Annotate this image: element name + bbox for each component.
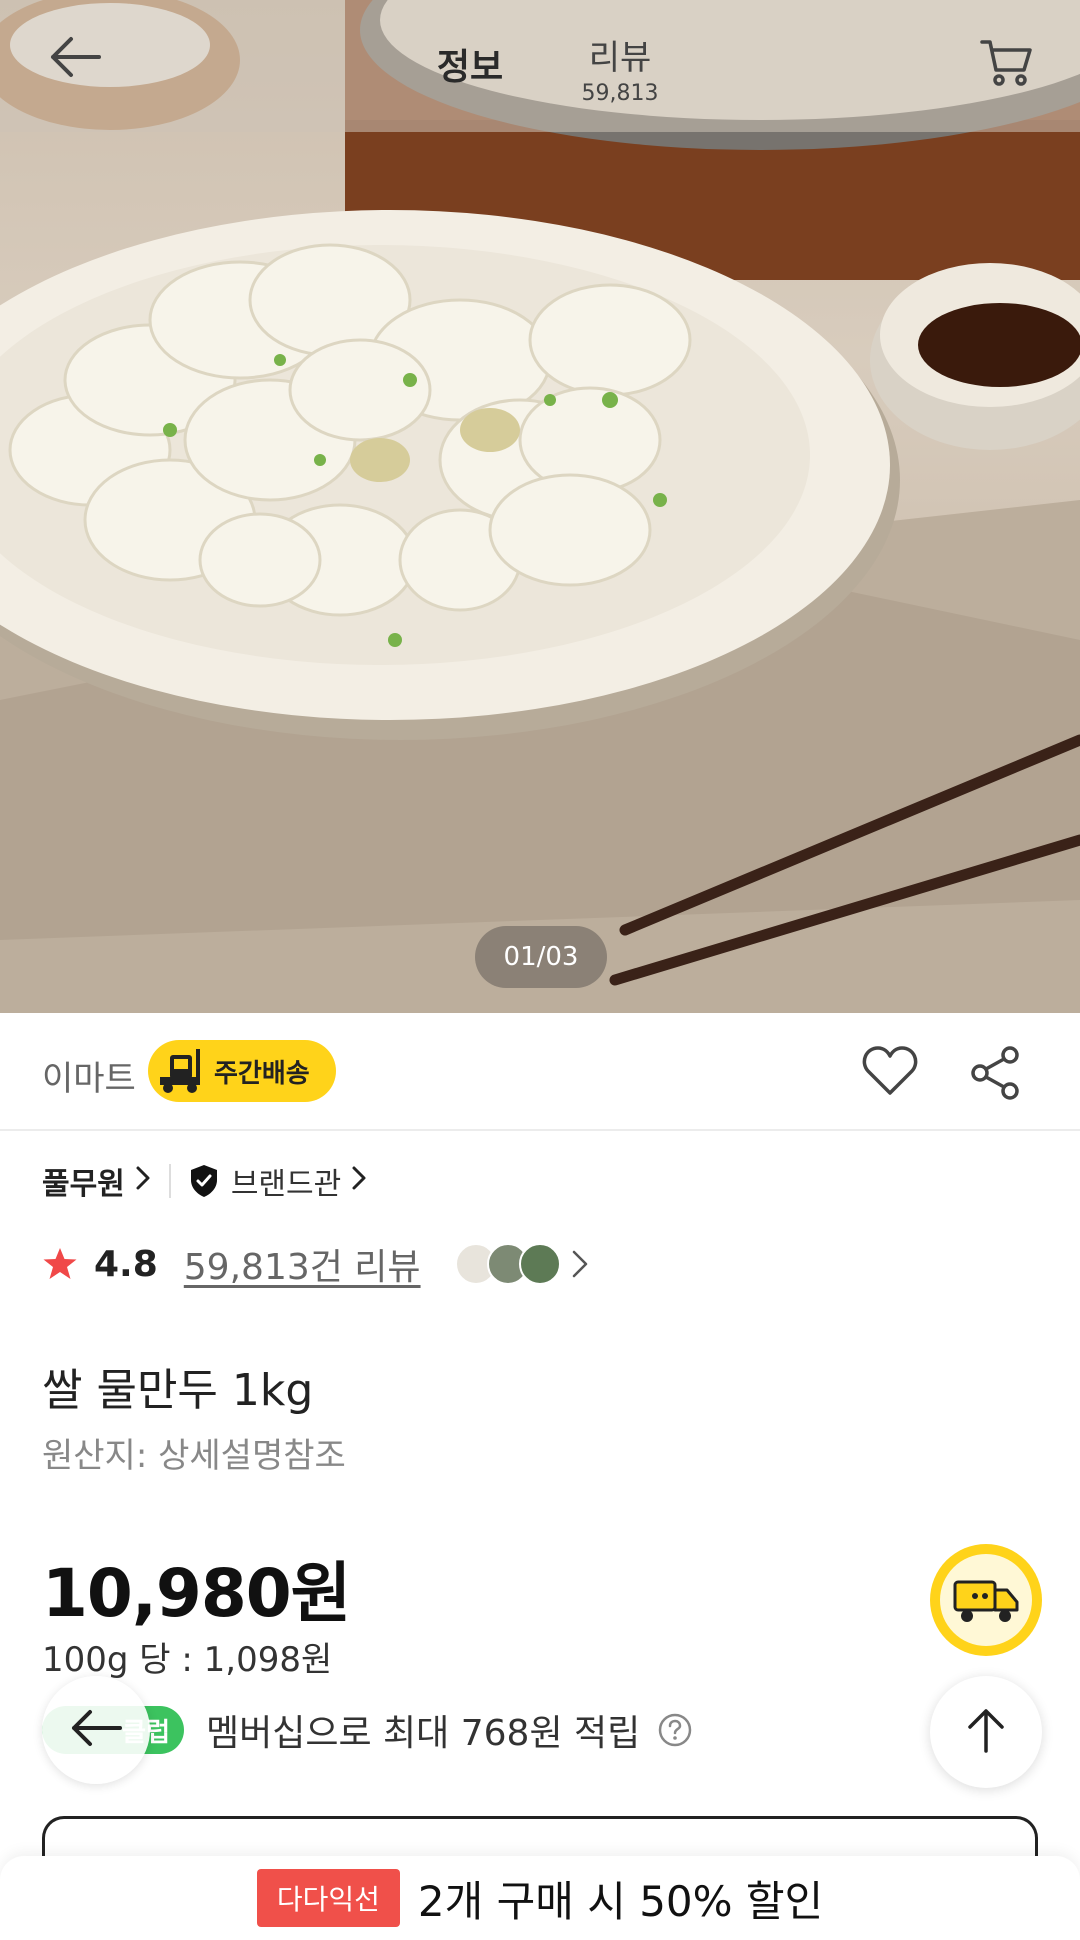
promo-bar[interactable]: 다다익선 2개 구매 시 50% 할인 — [0, 1856, 1080, 1940]
unit-price: 100g 당 : 1,098원 — [42, 1640, 333, 1680]
product-photo — [0, 0, 1080, 1013]
wishlist-button[interactable] — [862, 1045, 918, 1101]
tab-review-count: 59,813 — [581, 81, 659, 106]
seller-name[interactable]: 이마트 — [42, 1051, 136, 1100]
weekly-delivery-label: 주간배송 — [214, 1058, 310, 1089]
forklift-icon — [148, 1040, 214, 1102]
divider — [168, 1164, 171, 1198]
membership-reward-text: 멤버십으로 최대 768원 적립 — [206, 1713, 641, 1754]
delivery-floating-button[interactable] — [930, 1544, 1042, 1656]
brandshop-label: 브랜드관 — [230, 1167, 342, 1202]
product-title: 쌀 물만두 1kg — [42, 1365, 314, 1416]
scroll-to-top-button[interactable] — [930, 1676, 1042, 1788]
rating-row: 4.8 59,813건 리뷰 — [42, 1238, 589, 1290]
share-icon — [968, 1046, 1024, 1105]
arrow-up-icon — [964, 1705, 1008, 1759]
review-thumbnail — [518, 1243, 561, 1285]
top-navigation-bar: 정보 리뷰 59,813 — [0, 0, 1080, 132]
star-icon — [42, 1247, 78, 1281]
chevron-right-icon — [571, 1249, 589, 1279]
review-photo-thumbnails[interactable] — [454, 1243, 561, 1285]
cart-icon — [980, 38, 1034, 92]
share-button[interactable] — [968, 1045, 1024, 1101]
arrow-left-icon — [47, 35, 103, 83]
heart-icon — [862, 1046, 918, 1101]
product-image-gallery[interactable]: 정보 리뷰 59,813 01/03 — [0, 0, 1080, 1013]
review-count-link[interactable]: 59,813건 리뷰 — [184, 1238, 421, 1290]
cart-button[interactable] — [972, 30, 1042, 100]
brand-link[interactable]: 풀무원 — [42, 1159, 125, 1203]
promo-text: 2개 구매 시 50% 할인 — [417, 1876, 824, 1926]
promo-tag: 다다익선 — [256, 1869, 400, 1927]
tab-review-label: 리뷰 — [588, 38, 652, 78]
help-icon[interactable] — [658, 1713, 692, 1747]
floating-back-button[interactable] — [42, 1676, 150, 1784]
product-origin: 원산지: 상세설명참조 — [42, 1436, 346, 1476]
shield-check-icon — [189, 1164, 219, 1198]
brand-row: 풀무원 브랜드관 — [42, 1160, 367, 1202]
weekly-delivery-badge: 주간배송 — [148, 1040, 336, 1102]
chevron-right-icon — [135, 1164, 151, 1199]
seller-row: 이마트 주간배송 — [0, 1013, 1080, 1131]
back-button[interactable] — [40, 24, 110, 94]
image-pager: 01/03 — [475, 926, 607, 988]
brandshop-link[interactable]: 브랜드관 — [189, 1159, 367, 1203]
tab-review[interactable]: 리뷰 59,813 — [570, 30, 670, 106]
arrow-left-icon — [68, 1708, 124, 1752]
chevron-right-icon — [351, 1164, 367, 1199]
tab-info[interactable]: 정보 — [420, 38, 520, 90]
product-price: 10,980원 — [42, 1555, 351, 1632]
rating-value: 4.8 — [94, 1243, 158, 1285]
delivery-truck-icon — [940, 1554, 1032, 1646]
